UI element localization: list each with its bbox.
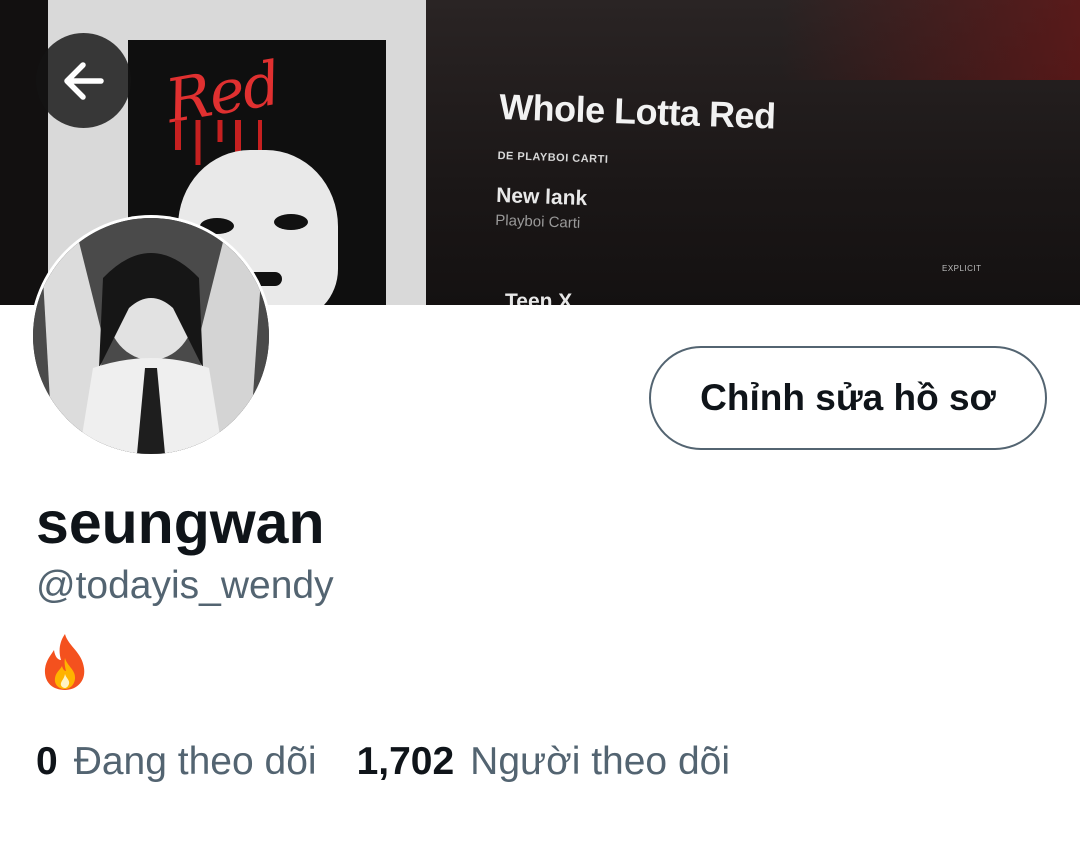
display-name: seungwan — [36, 490, 325, 556]
avatar[interactable] — [30, 215, 272, 457]
bio — [38, 632, 94, 694]
explicit-tag: EXPLICIT — [942, 264, 982, 273]
avatar-photo — [33, 218, 269, 454]
edit-profile-button[interactable]: Chỉnh sửa hồ sơ — [649, 346, 1047, 450]
followers-link[interactable]: 1,702 Người theo dõi — [357, 742, 730, 781]
following-count: 0 — [36, 740, 58, 783]
album-info: Whole Lotta Red DE PLAYBOI CARTI New lan… — [495, 86, 776, 239]
fire-icon — [44, 634, 85, 690]
arrow-left-icon — [63, 61, 104, 100]
banner-left-edge — [0, 0, 50, 305]
album-title: Whole Lotta Red — [498, 86, 777, 137]
followers-count: 1,702 — [356, 740, 455, 783]
following-label: Đang theo dõi — [73, 740, 317, 783]
following-link[interactable]: 0 Đang theo dõi — [36, 742, 317, 781]
avatar-figure — [33, 218, 269, 454]
followers-label: Người theo dõi — [470, 740, 730, 783]
follow-stats: 0 Đang theo dõi 1,702 Người theo dõi — [36, 742, 730, 781]
next-track: Teen X — [505, 290, 573, 305]
user-handle: @todayis_wendy — [36, 564, 334, 607]
banner-red-glow — [780, 0, 1080, 80]
album-artist: DE PLAYBOI CARTI — [497, 149, 609, 166]
back-button[interactable] — [36, 33, 131, 128]
